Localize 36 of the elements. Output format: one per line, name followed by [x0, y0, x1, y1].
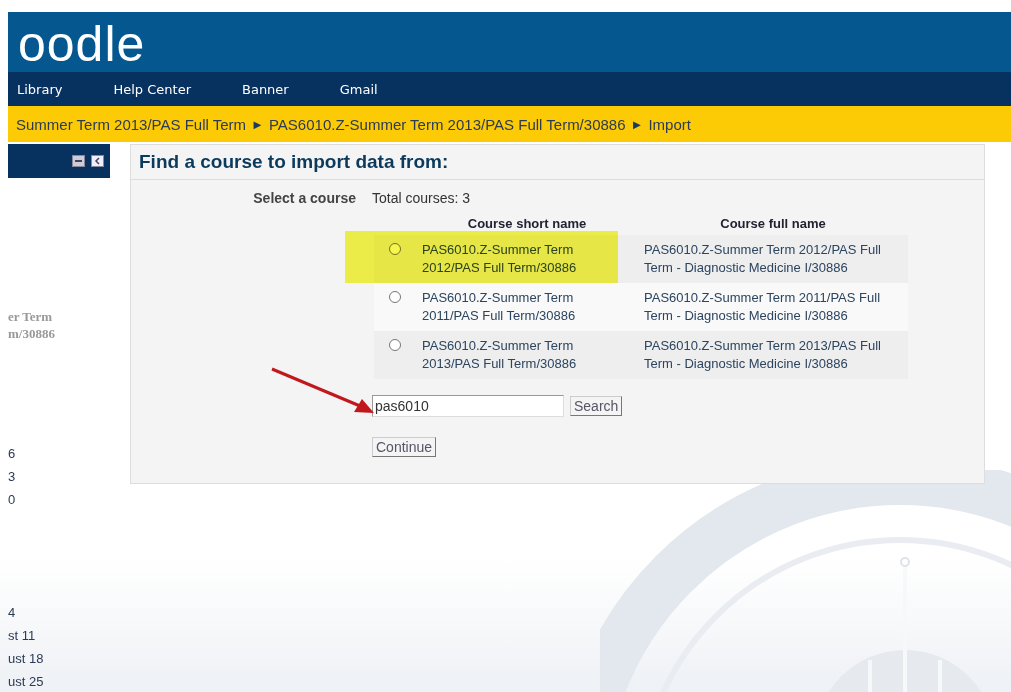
total-courses: Total courses: 3	[372, 190, 472, 206]
sidebar-text: ust 18	[8, 650, 45, 668]
dock-icon[interactable]	[91, 155, 104, 167]
nav-link[interactable]: Gmail	[330, 81, 400, 97]
logo: oodle	[17, 16, 146, 72]
sidebar-text: ust 25	[8, 673, 45, 691]
table-cell: PAS6010.Z-Summer Term 2013/PAS Full Term/30886	[416, 331, 638, 379]
breadcrumb-link[interactable]: Summer Term 2013/PAS Full Term	[16, 115, 247, 133]
field-label: Select a course	[252, 190, 357, 206]
sidebar-text: er Term	[8, 308, 54, 325]
column-header: Course full name	[719, 215, 827, 233]
panel-title: Find a course to import data from:	[131, 145, 984, 180]
sidebar-text: 0	[8, 491, 17, 509]
breadcrumb-separator: ►	[630, 116, 644, 132]
minimize-icon[interactable]	[72, 155, 85, 167]
continue-button[interactable]: Continue	[372, 437, 437, 457]
column-header: Course short name	[466, 215, 588, 233]
sidebar-text: st 11	[8, 627, 37, 645]
nav-link[interactable]: Help Center	[104, 81, 213, 97]
breadcrumb-link[interactable]: PAS6010.Z-Summer Term 2013/PAS Full Term/30886	[268, 115, 626, 133]
nav-link[interactable]: Library	[8, 81, 85, 97]
sidebar-text: m/30886	[8, 325, 56, 342]
breadcrumb-link[interactable]: Import	[648, 115, 691, 133]
radio-button[interactable]	[389, 339, 401, 351]
table-cell: PAS6010.Z-Summer Term 2011/PAS Full Term/30886	[416, 283, 638, 331]
sidebar-text: 3	[8, 468, 17, 486]
search-field[interactable]: pas6010	[372, 395, 564, 417]
sidebar-text: 6	[8, 445, 17, 463]
table-cell: PAS6010.Z-Summer Term 2012/PAS Full Term - Diagnostic Medicine I/30886	[638, 235, 908, 283]
nav-link[interactable]: Banner	[233, 81, 311, 97]
table-cell: PAS6010.Z-Summer Term 2011/PAS Full Term - Diagnostic Medicine I/30886	[638, 283, 908, 331]
breadcrumb-separator: ►	[251, 116, 264, 132]
search-button[interactable]: Search	[570, 396, 623, 416]
radio-button[interactable]	[389, 291, 401, 303]
sidebar-text: 4	[8, 604, 17, 622]
table-cell: PAS6010.Z-Summer Term 2013/PAS Full Term - Diagnostic Medicine I/30886	[638, 331, 908, 379]
